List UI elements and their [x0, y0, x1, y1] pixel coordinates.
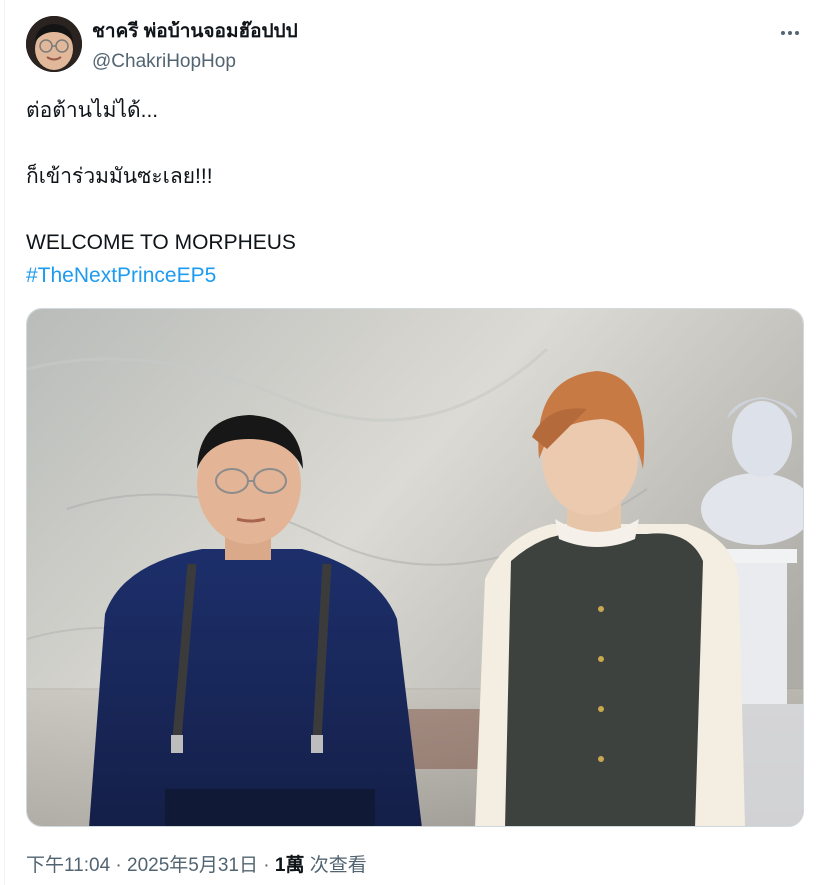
- tweet-photo[interactable]: [26, 308, 804, 827]
- tweet-line: ต่อต้านไม่ได้...: [26, 99, 159, 122]
- hashtag-link[interactable]: #TheNextPrinceEP5: [26, 259, 807, 292]
- tweet-header: ชาครี พ่อบ้านจอมฮ๊อปปป @ChakriHopHop: [26, 16, 807, 78]
- author-display-name[interactable]: ชาครี พ่อบ้านจอมฮ๊อปปป: [92, 20, 298, 44]
- views-count: 1萬: [274, 855, 305, 876]
- more-horizontal-icon: [781, 31, 785, 35]
- tweet-line: WELCOME TO MORPHEUS: [26, 231, 296, 254]
- views-label: 次查看: [304, 855, 367, 876]
- photo-image: [27, 309, 803, 826]
- tweet-timestamp[interactable]: 下午11:04 · 2025年5月31日: [26, 855, 258, 876]
- avatar-image: [26, 16, 82, 72]
- author-names: ชาครี พ่อบ้านจอมฮ๊อปปป @ChakriHopHop: [92, 20, 298, 74]
- author-handle[interactable]: @ChakriHopHop: [92, 50, 298, 74]
- tweet-text: ต่อต้านไม่ได้... ก็เข้าร่วมมันซะเลย!!! W…: [26, 94, 807, 292]
- tweet-meta: 下午11:04 · 2025年5月31日 · 1萬 次查看: [26, 850, 367, 877]
- profile-avatar[interactable]: [26, 16, 82, 72]
- timeline-border: [4, 0, 5, 885]
- more-options-button[interactable]: [773, 22, 807, 44]
- tweet-line: ก็เข้าร่วมมันซะเลย!!!: [26, 165, 213, 188]
- meta-separator: ·: [258, 855, 275, 876]
